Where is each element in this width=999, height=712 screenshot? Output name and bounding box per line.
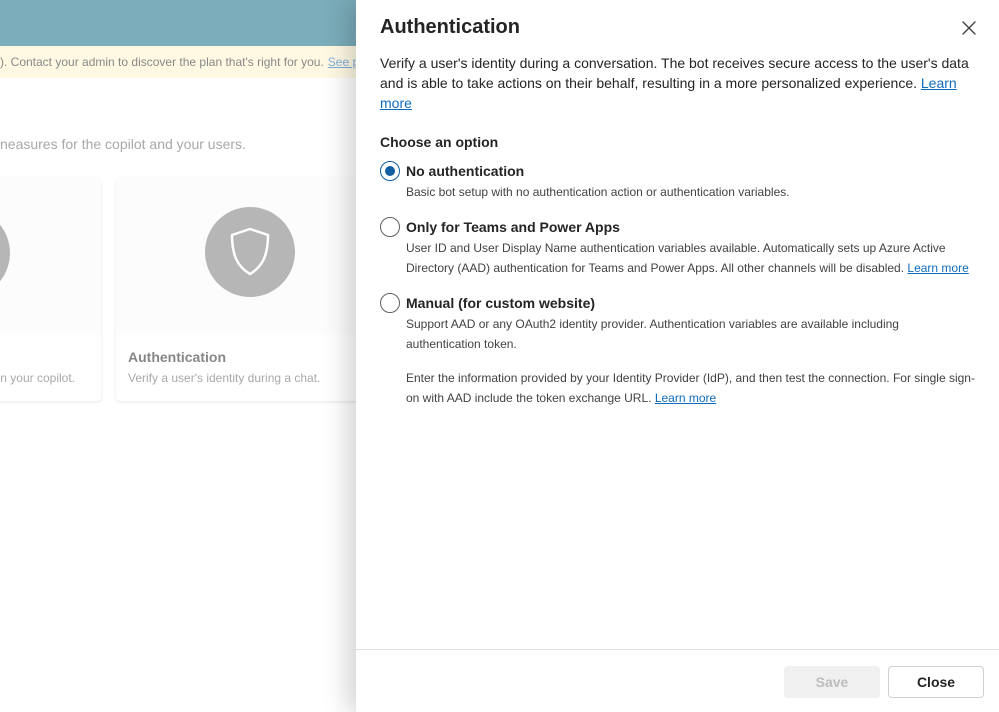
choose-option-label: Choose an option <box>380 134 499 150</box>
radio-teams-power-apps[interactable] <box>380 217 400 237</box>
option-label[interactable]: Only for Teams and Power Apps <box>406 217 620 237</box>
panel-title: Authentication <box>380 16 520 38</box>
panel-description: Verify a user's identity during a conver… <box>380 53 970 113</box>
close-icon[interactable] <box>957 16 981 40</box>
option-description-extra: Enter the information provided by your I… <box>406 368 976 408</box>
save-button[interactable]: Save <box>784 666 880 698</box>
option-label[interactable]: Manual (for custom website) <box>406 293 595 313</box>
option-label[interactable]: No authentication <box>406 161 524 181</box>
radio-no-authentication[interactable] <box>380 161 400 181</box>
close-button[interactable]: Close <box>888 666 984 698</box>
option-description-text: User ID and User Display Name authentica… <box>406 241 946 275</box>
learn-more-link[interactable]: Learn more <box>907 261 968 275</box>
footer-divider <box>356 649 999 650</box>
panel-description-text: Verify a user's identity during a conver… <box>380 55 969 91</box>
authentication-panel: Authentication Verify a user's identity … <box>356 0 999 712</box>
option-description: Support AAD or any OAuth2 identity provi… <box>406 317 899 351</box>
option-description: User ID and User Display Name authentica… <box>406 238 976 278</box>
option-description: Basic bot setup with no authentication a… <box>406 185 790 199</box>
learn-more-link[interactable]: Learn more <box>655 391 716 405</box>
radio-manual[interactable] <box>380 293 400 313</box>
